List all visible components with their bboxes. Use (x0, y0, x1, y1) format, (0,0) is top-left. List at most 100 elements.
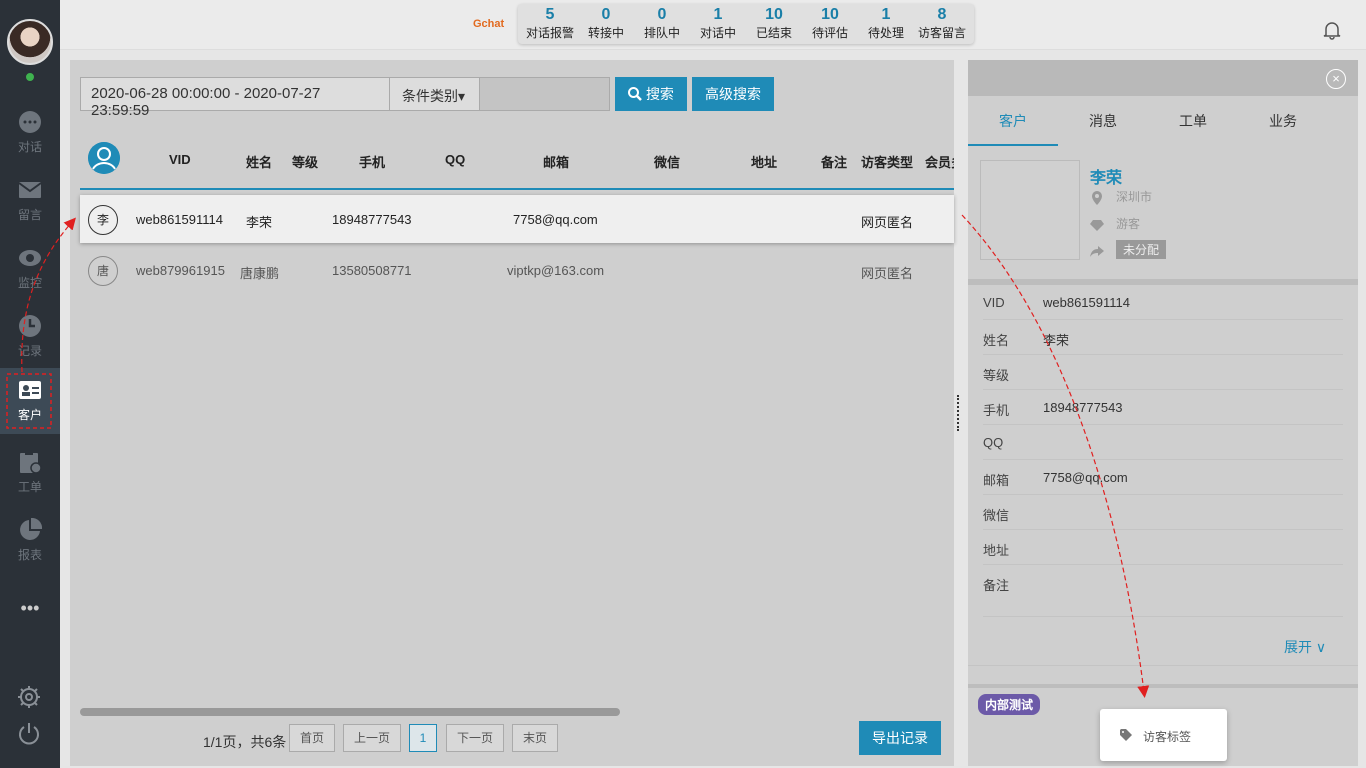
chat-icon (19, 111, 41, 133)
top-bar: Gchat 5 对话报警 0 转接中 0 排队中 1 对话中 10 已结束 10 待评估 1… (60, 0, 1366, 50)
expand-link[interactable]: 展开 ∨ (1284, 637, 1326, 657)
field-address: 地址 (983, 530, 1343, 565)
visitor-tag-popup[interactable]: 访客标签 (1100, 709, 1227, 761)
status-badge: 未分配 (1116, 240, 1167, 259)
customer-photo (980, 160, 1080, 260)
field-wechat: 微信 (983, 495, 1343, 530)
tab-customer[interactable]: 客户 (968, 96, 1058, 146)
horizontal-scrollbar[interactable] (80, 708, 620, 716)
sidebar-item-reports[interactable]: 报表 (0, 508, 60, 574)
column-header[interactable]: VID (169, 152, 191, 167)
id-card-icon (19, 381, 41, 399)
sidebar-item-chat[interactable]: 对话 (0, 100, 60, 166)
column-header[interactable]: QQ (445, 152, 465, 167)
stat-pending[interactable]: 1 待处理 (858, 4, 914, 44)
last-page-button[interactable]: 末页 (512, 724, 558, 752)
column-header[interactable]: 微信 (654, 152, 680, 171)
stats-bar: 5 对话报警 0 转接中 0 排队中 1 对话中 10 已结束 10 待评估 1 待处理 8访… (518, 4, 974, 44)
detail-tabs: 客户 消息 工单 业务 (968, 96, 1358, 146)
pie-chart-icon (20, 518, 42, 540)
stat-transferring[interactable]: 0 转接中 (578, 4, 634, 44)
sidebar-item-monitor[interactable]: 监控 (0, 236, 60, 302)
column-header[interactable]: 会员多 (925, 152, 954, 171)
sidebar-item-label: 报表 (17, 548, 42, 562)
prev-page-button[interactable]: 上一页 (343, 724, 401, 752)
eye-icon (19, 250, 41, 266)
row-avatar: 唐 (88, 256, 118, 286)
customer-assignment: 未分配 (1090, 240, 1167, 259)
online-status-icon (24, 71, 36, 83)
search-button[interactable]: 搜索 (615, 77, 687, 111)
column-header[interactable]: 手机 (359, 152, 385, 171)
next-page-button[interactable]: 下一页 (446, 724, 504, 752)
export-button[interactable]: 导出记录 (859, 721, 941, 755)
sidebar-item-label: 客户 (17, 408, 42, 422)
avatar[interactable] (7, 19, 53, 65)
column-header[interactable]: 邮箱 (543, 152, 569, 171)
bell-icon[interactable] (1322, 20, 1342, 40)
condition-input[interactable] (480, 77, 610, 111)
clock-icon (19, 315, 41, 337)
tab-business[interactable]: 业务 (1238, 96, 1328, 146)
stat-ended[interactable]: 10 已结束 (746, 4, 802, 44)
power-icon[interactable] (17, 722, 41, 746)
more-menu-button[interactable]: ••• (0, 588, 60, 628)
sidebar-item-label: 监控 (17, 276, 42, 290)
sidebar-item-label: 工单 (17, 480, 42, 494)
table-row[interactable]: 李 web861591114 李荣 18948777543 7758@qq.co… (80, 195, 954, 243)
diamond-icon (1090, 219, 1104, 231)
field-qq: QQ (983, 425, 1343, 460)
field-name: 姓名 李荣 (983, 320, 1343, 355)
divider (968, 665, 1358, 685)
customer-city: 深圳市 (1090, 188, 1152, 205)
share-icon (1090, 245, 1104, 257)
stat-to-evaluate[interactable]: 10 待评估 (802, 4, 858, 44)
sidebar-item-customers[interactable]: 客户 (0, 368, 60, 434)
tag-icon (1120, 729, 1132, 741)
sidebar-item-label: 记录 (17, 344, 42, 358)
pager-info: 1/1页，共6条 (203, 734, 287, 750)
table-header: VID 姓名 等级 手机 QQ 邮箱 微信 地址 备注 访客类型 会员多 (80, 140, 954, 190)
column-header[interactable]: 等级 (292, 152, 318, 171)
sidebar: 对话 留言 监控 记录 客户 工单 报表 ••• (0, 0, 60, 768)
stat-visitor-messages[interactable]: 8 访客留言 (914, 4, 970, 44)
condition-select[interactable]: 条件类别▾ (390, 77, 480, 111)
first-page-button[interactable]: 首页 (289, 724, 335, 752)
tab-tickets[interactable]: 工单 (1148, 96, 1238, 146)
customer-name: 李荣 (1090, 170, 1123, 187)
table-row[interactable]: 唐 web879961915 唐康鹏 13580508771 viptkp@16… (80, 246, 954, 294)
stat-queueing[interactable]: 0 排队中 (634, 4, 690, 44)
sidebar-item-label: 留言 (17, 208, 42, 222)
date-range-input[interactable]: 2020-06-28 00:00:00 - 2020-07-27 23:59:5… (80, 77, 390, 119)
field-level: 等级 (983, 355, 1343, 390)
field-vid: VID web861591114 (983, 285, 1343, 320)
customer-detail-panel: × 客户 消息 工单 业务 李荣 深圳市 游客 未分配 VID web861591… (968, 60, 1358, 766)
mail-icon (18, 182, 42, 198)
divider (968, 684, 1358, 688)
visitor-tag[interactable]: 内部测试 (978, 694, 1041, 715)
stat-chatting[interactable]: 1 对话中 (690, 4, 746, 44)
column-header[interactable]: 地址 (751, 152, 777, 171)
column-header[interactable]: 姓名 (246, 152, 272, 171)
gear-icon[interactable] (17, 685, 41, 709)
location-icon (1092, 190, 1102, 205)
panel-resize-handle[interactable] (957, 395, 961, 431)
column-header[interactable]: 备注 (821, 152, 847, 171)
column-header[interactable]: 访客类型 (861, 152, 913, 171)
tab-messages[interactable]: 消息 (1058, 96, 1148, 146)
customer-kind: 游客 (1090, 215, 1140, 232)
page-number-button[interactable]: 1 (409, 724, 437, 752)
close-button[interactable]: × (1326, 69, 1346, 89)
field-email: 邮箱 7758@qq.com (983, 460, 1343, 495)
user-icon (88, 142, 120, 174)
sidebar-item-tickets[interactable]: 工单 (0, 440, 60, 506)
field-phone: 手机 18948777543 (983, 390, 1343, 425)
advanced-search-button[interactable]: 高级搜索 (692, 77, 774, 111)
row-avatar: 李 (88, 205, 118, 235)
sidebar-item-label: 对话 (17, 140, 42, 154)
stat-alarm[interactable]: 5 对话报警 (522, 4, 578, 44)
logo: Gchat (473, 18, 505, 30)
sidebar-item-message[interactable]: 留言 (0, 168, 60, 234)
sidebar-item-records[interactable]: 记录 (0, 304, 60, 370)
field-remark: 备注 (983, 565, 1343, 617)
